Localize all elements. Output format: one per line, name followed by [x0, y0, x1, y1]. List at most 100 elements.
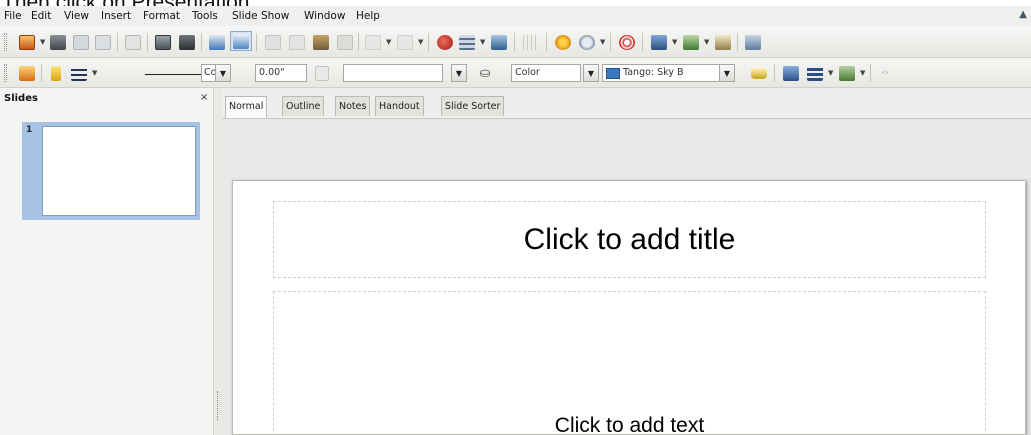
slide-canvas[interactable]: Click to add title Click to add text [232, 180, 1026, 435]
autospellcheck-icon[interactable] [230, 31, 252, 51]
toolbar-separator [41, 64, 42, 82]
navigator-icon[interactable] [552, 32, 574, 52]
toolbar-separator [201, 33, 202, 51]
menu-bar: File Edit View Insert Format Tools Slide… [0, 6, 1031, 26]
new-icon[interactable] [16, 32, 38, 52]
tab-normal[interactable]: Normal [225, 96, 268, 118]
chevron-down-icon[interactable]: ▼ [828, 69, 833, 77]
slide-design-icon[interactable] [680, 32, 702, 52]
menu-help[interactable]: Help [356, 10, 380, 22]
export-pdf-icon[interactable] [152, 32, 174, 52]
toolbar-separator [774, 64, 775, 82]
line-and-filling-toolbar: ▼ Co ▼ 0.00" ▼ ⛀ Color ▼ Tango: Sky B ▼ … [0, 58, 1031, 88]
area-style-icon[interactable]: ⛀ [474, 63, 496, 83]
area-style-select[interactable]: Color [511, 64, 581, 82]
chevron-down-icon[interactable]: ▼ [451, 64, 467, 82]
tab-outline[interactable]: Outline [282, 96, 325, 116]
email-icon[interactable] [122, 32, 144, 52]
undo-icon[interactable] [362, 32, 384, 52]
arrow-style-icon[interactable] [68, 63, 90, 83]
pane-splitter[interactable] [214, 88, 222, 435]
chevron-down-icon[interactable]: ▼ [40, 38, 45, 46]
text-placeholder[interactable]: Click to add text [273, 291, 986, 435]
shadow-icon[interactable] [748, 63, 770, 83]
styles-icon[interactable] [16, 63, 38, 83]
master-slide-icon[interactable] [742, 32, 764, 52]
chevron-down-icon[interactable]: ▼ [418, 38, 423, 46]
line-color-select[interactable] [343, 64, 443, 82]
grid-icon[interactable] [520, 32, 542, 52]
print-icon[interactable] [176, 32, 198, 52]
toolbar-separator [737, 33, 738, 51]
gallery-icon[interactable] [648, 32, 670, 52]
chevron-down-icon[interactable]: ▼ [704, 38, 709, 46]
chevron-down-icon[interactable]: ▼ [386, 38, 391, 46]
line-icon[interactable] [45, 63, 67, 83]
menu-tools[interactable]: Tools [192, 10, 218, 22]
chevron-down-icon[interactable]: ▼ [215, 64, 231, 82]
zoom-icon[interactable] [576, 32, 598, 52]
line-style-preview [145, 74, 201, 75]
menu-view[interactable]: View [64, 10, 89, 22]
chevron-down-icon[interactable]: ▼ [600, 38, 605, 46]
toolbar-grip-icon[interactable] [4, 33, 7, 51]
toggle-extrusion-icon[interactable]: ‹› [874, 63, 896, 83]
copy-icon[interactable] [286, 32, 308, 52]
tab-slide-sorter[interactable]: Slide Sorter [441, 96, 505, 116]
chevron-down-icon[interactable]: ▼ [583, 64, 599, 82]
align-icon[interactable] [804, 63, 826, 83]
clone-formatting-icon[interactable] [334, 32, 356, 52]
toolbar-separator [642, 33, 643, 51]
redo-icon[interactable] [394, 32, 416, 52]
splitter-grip-icon[interactable] [217, 391, 219, 421]
chevron-down-icon[interactable]: ▼ [860, 69, 865, 77]
toolbar-separator [428, 33, 429, 51]
chart-icon[interactable] [434, 32, 456, 52]
line-width-field[interactable]: 0.00" [255, 64, 307, 82]
slide-number: 1 [26, 125, 33, 135]
toolbar-separator [117, 33, 118, 51]
toolbar-separator [358, 33, 359, 51]
toolbar-separator [147, 33, 148, 51]
window-corner-icon: ▲ [1019, 9, 1027, 20]
arrange-icon[interactable] [836, 63, 858, 83]
title-placeholder[interactable]: Click to add title [273, 201, 986, 278]
toolbar-separator [514, 33, 515, 51]
paste-icon[interactable] [310, 32, 332, 52]
chevron-down-icon[interactable]: ▼ [719, 64, 735, 82]
menu-insert[interactable]: Insert [101, 10, 131, 22]
tab-handout[interactable]: Handout [375, 96, 424, 116]
chevron-down-icon[interactable]: ▼ [480, 38, 485, 46]
help-icon[interactable] [616, 32, 638, 52]
spellcheck-icon[interactable] [206, 32, 228, 52]
menu-file[interactable]: File [4, 10, 22, 22]
close-icon[interactable]: × [200, 92, 208, 103]
slide-thumbnail[interactable] [42, 126, 196, 216]
slides-pane-title: Slides [4, 93, 38, 104]
menu-edit[interactable]: Edit [31, 10, 51, 22]
menu-slide-show[interactable]: Slide Show [232, 10, 289, 22]
rotate-icon[interactable] [780, 63, 802, 83]
standard-toolbar: ▼ ▼ ▼ ▼ ▼ ▼ ▼ [0, 26, 1031, 58]
color-swatch [606, 68, 620, 79]
line-style-select[interactable]: Co [201, 64, 215, 82]
toolbar-separator [546, 33, 547, 51]
chevron-down-icon[interactable]: ▼ [672, 38, 677, 46]
toolbar-separator [610, 33, 611, 51]
menu-window[interactable]: Window [304, 10, 345, 22]
chevron-down-icon[interactable]: ▼ [92, 69, 97, 77]
tab-notes[interactable]: Notes [335, 96, 371, 116]
image-icon[interactable] [488, 32, 510, 52]
toolbar-separator [870, 64, 871, 82]
open-icon[interactable] [70, 32, 92, 52]
menu-format[interactable]: Format [143, 10, 180, 22]
table-icon[interactable] [456, 32, 478, 52]
save-icon[interactable] [92, 32, 114, 52]
templates-icon[interactable] [47, 32, 69, 52]
line-width-spin-icon[interactable] [311, 63, 333, 83]
toolbar-grip-icon[interactable] [4, 64, 7, 82]
slide-thumbnail-selected[interactable]: 1 [22, 122, 200, 220]
slide-layout-icon[interactable] [712, 32, 734, 52]
cut-icon[interactable] [262, 32, 284, 52]
toolbar-separator [256, 33, 257, 51]
